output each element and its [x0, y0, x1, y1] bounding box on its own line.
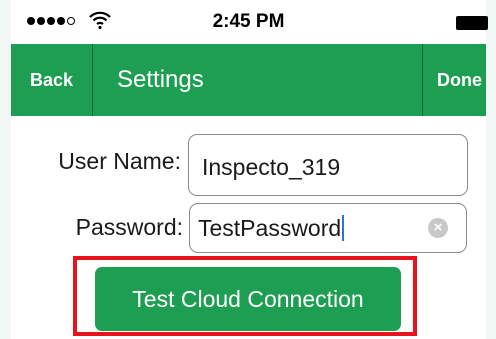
status-bar: 2:45 PM	[11, 0, 488, 44]
username-label: User Name:	[58, 148, 181, 174]
password-value: TestPassword	[198, 215, 342, 241]
clear-circle-icon[interactable]: ×	[428, 218, 448, 238]
done-button[interactable]: Done	[422, 44, 486, 116]
test-cloud-connection-button[interactable]: Test Cloud Connection	[95, 267, 401, 331]
back-button[interactable]: Back	[11, 44, 93, 116]
password-field[interactable]: TestPassword ×	[189, 203, 467, 253]
password-label: Password:	[75, 214, 183, 240]
left-edge	[0, 0, 11, 339]
page-title: Settings	[117, 66, 204, 93]
username-value: Inspecto_319	[202, 154, 341, 180]
battery-icon	[456, 16, 488, 30]
username-field[interactable]: Inspecto_319	[188, 134, 468, 196]
text-cursor	[342, 215, 345, 241]
navigation-bar: Back Settings Done	[11, 44, 486, 116]
right-edge	[486, 0, 496, 339]
status-time: 2:45 PM	[212, 11, 285, 32]
